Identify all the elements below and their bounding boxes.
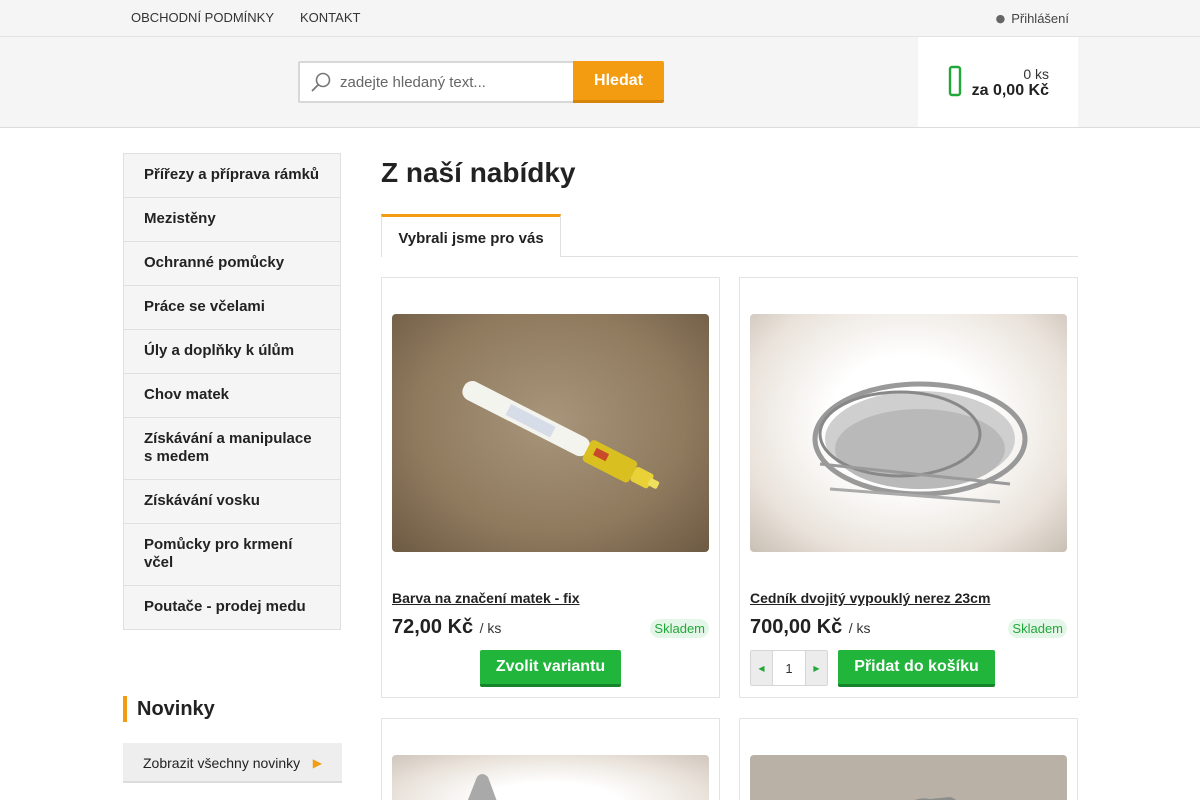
header: Hledat 0 ks za 0,00 Kč — [0, 37, 1200, 128]
product-image-strainer[interactable] — [750, 314, 1067, 552]
quantity-input[interactable]: 1 — [773, 651, 805, 685]
product-name[interactable]: Barva na značení matek - fix — [392, 590, 580, 606]
chevron-right-icon: ▶ — [312, 756, 322, 770]
price-value: 700,00 Kč — [750, 616, 843, 638]
tab-recommended[interactable]: Vybrali jsme pro vás — [381, 214, 561, 257]
nav-link-terms[interactable]: OBCHODNÍ PODMÍNKY — [118, 0, 287, 36]
sidebar-item-protective-gear[interactable]: Ochranné pomůcky — [124, 242, 340, 286]
nav-link-contact[interactable]: KONTAKT — [287, 0, 373, 36]
category-sidebar: Přířezy a příprava rámků Mezistěny Ochra… — [123, 153, 341, 630]
marker-pen-image — [462, 381, 660, 489]
product-price: 700,00 Kč / ks — [750, 616, 871, 639]
choose-variant-button[interactable]: Zvolit variantu — [480, 650, 621, 687]
cart-count: 0 ks — [1023, 66, 1049, 82]
top-bar: OBCHODNÍ PODMÍNKY KONTAKT ● Přihlášení — [0, 0, 1200, 37]
product-image-marker-pen[interactable] — [392, 314, 709, 552]
login-link[interactable]: ● Přihlášení — [996, 0, 1069, 36]
cart-widget[interactable]: 0 ks za 0,00 Kč — [918, 37, 1078, 127]
product-card: Cedník dvojitý vypouklý nerez 23cm 700,0… — [739, 277, 1078, 698]
strainer-image — [812, 381, 1028, 504]
product-name[interactable]: Cedník dvojitý vypouklý nerez 23cm — [750, 590, 990, 606]
sidebar-item-wax[interactable]: Získávání vosku — [124, 480, 340, 524]
price-unit: / ks — [848, 620, 871, 636]
product-card — [739, 718, 1078, 800]
product-photo — [914, 797, 956, 800]
product-price: 72,00 Kč / ks — [392, 616, 501, 639]
stock-badge: Skladem — [1008, 619, 1067, 638]
news-heading: Novinky — [123, 696, 215, 722]
sidebar-item-hives[interactable]: Úly a doplňky k úlům — [124, 330, 340, 374]
show-all-news-button[interactable]: Zobrazit všechny novinky ▶ — [123, 743, 342, 783]
search-icon — [311, 72, 331, 92]
decrease-quantity-button[interactable]: ◀ — [751, 651, 773, 685]
cart-icon — [948, 65, 962, 97]
sidebar-item-feeding[interactable]: Pomůcky pro krmení včel — [124, 524, 340, 586]
search-button[interactable]: Hledat — [573, 61, 664, 103]
quantity-stepper: ◀ 1 ▶ — [750, 650, 828, 686]
price-value: 72,00 Kč — [392, 616, 474, 638]
top-nav: OBCHODNÍ PODMÍNKY KONTAKT — [118, 0, 373, 36]
product-photo — [467, 774, 497, 800]
cart-total: za 0,00 Kč — [971, 82, 1049, 99]
sidebar-item-bee-work[interactable]: Práce se včelami — [124, 286, 340, 330]
login-label: Přihlášení — [1011, 10, 1069, 26]
price-unit: / ks — [479, 620, 502, 636]
sidebar-item-foundation[interactable]: Mezistěny — [124, 198, 340, 242]
sidebar-item-frames[interactable]: Přířezy a příprava rámků — [124, 154, 340, 198]
user-icon: ● — [995, 11, 1006, 25]
show-all-news-label: Zobrazit všechny novinky — [143, 755, 301, 771]
product-image[interactable] — [750, 755, 1067, 800]
tab-bar: Vybrali jsme pro vás — [381, 214, 1078, 257]
product-card — [381, 718, 720, 800]
add-to-cart-button[interactable]: Přidat do košíku — [838, 650, 995, 687]
search-input[interactable] — [340, 63, 570, 101]
page-title: Z naší nabídky — [381, 157, 576, 188]
sidebar-item-honey[interactable]: Získávání a manipulace s medem — [124, 418, 340, 480]
search-box — [298, 61, 574, 103]
stock-badge: Skladem — [650, 619, 709, 638]
sidebar-item-queen-rearing[interactable]: Chov matek — [124, 374, 340, 418]
increase-quantity-button[interactable]: ▶ — [805, 651, 827, 685]
product-card: Barva na značení matek - fix 72,00 Kč / … — [381, 277, 720, 698]
sidebar-item-honey-sale[interactable]: Poutače - prodej medu — [124, 586, 340, 629]
product-image[interactable] — [392, 755, 709, 800]
